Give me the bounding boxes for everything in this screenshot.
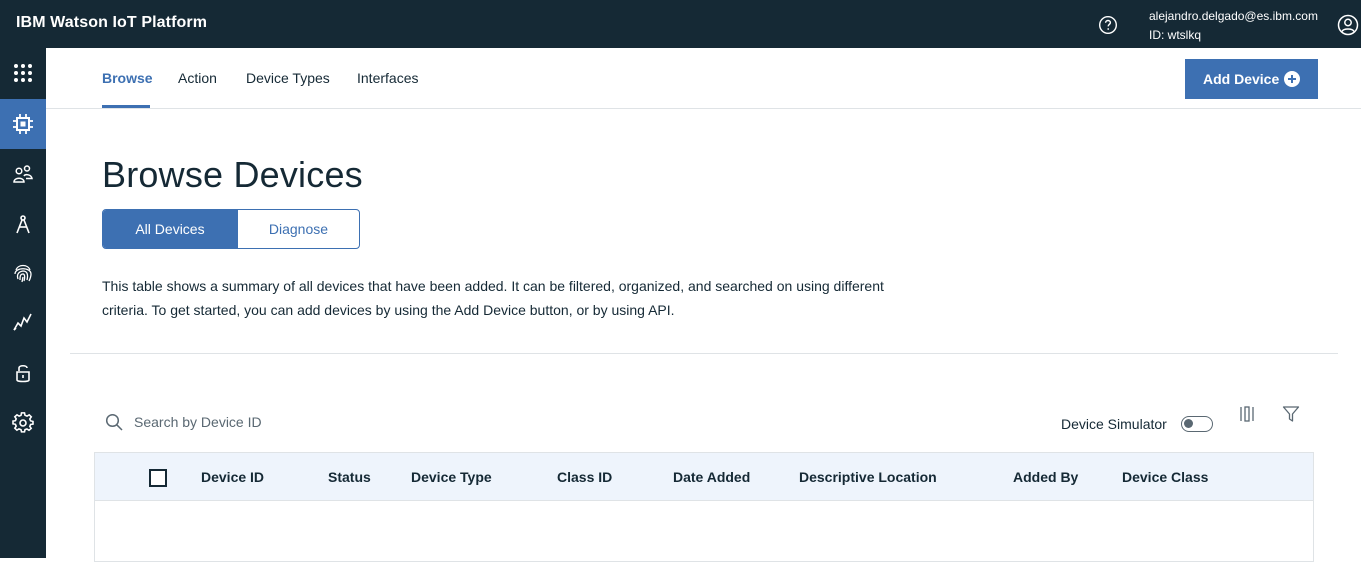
column-header-date-added[interactable]: Date Added	[673, 469, 750, 485]
members-icon	[13, 165, 33, 183]
view-switcher: All Devices Diagnose	[102, 209, 360, 249]
filter-icon[interactable]	[1282, 405, 1300, 423]
fingerprint-icon	[14, 264, 32, 283]
columns-icon[interactable]	[1238, 405, 1256, 423]
tab-device-types[interactable]: Device Types	[246, 70, 330, 86]
help-icon[interactable]	[1098, 15, 1118, 35]
apps-compass-icon	[16, 215, 30, 234]
table-header: Device ID Status Device Type Class ID Da…	[95, 453, 1313, 501]
devices-chip-icon	[13, 114, 33, 134]
rail-item-apps-compass[interactable]	[0, 199, 46, 249]
rail-item-apps[interactable]	[0, 48, 46, 98]
usage-chart-icon	[13, 313, 32, 331]
add-device-button[interactable]: Add Device	[1185, 59, 1318, 99]
apps-grid-icon	[14, 64, 32, 82]
device-simulator-toggle[interactable]	[1181, 416, 1213, 432]
column-header-status[interactable]: Status	[328, 469, 371, 485]
select-all-checkbox[interactable]	[149, 469, 167, 487]
column-header-class-id[interactable]: Class ID	[557, 469, 612, 485]
user-email: alejandro.delgado@es.ibm.com	[1149, 9, 1318, 23]
column-header-device-class[interactable]: Device Class	[1122, 469, 1208, 485]
tab-action[interactable]: Action	[178, 70, 217, 86]
toggle-knob	[1184, 419, 1193, 428]
active-tab-indicator	[102, 105, 150, 108]
rail-item-security[interactable]	[0, 348, 46, 398]
column-header-descriptive-location[interactable]: Descriptive Location	[799, 469, 937, 485]
security-lock-icon	[16, 364, 30, 383]
org-id: ID: wtslkq	[1149, 28, 1202, 42]
search-input[interactable]	[134, 410, 434, 434]
tab-interfaces[interactable]: Interfaces	[357, 70, 418, 86]
add-device-label: Add Device	[1203, 71, 1280, 87]
page-title: Browse Devices	[102, 154, 363, 195]
devices-table: Device ID Status Device Type Class ID Da…	[94, 452, 1314, 562]
column-header-device-type[interactable]: Device Type	[411, 469, 492, 485]
settings-gear-icon	[12, 412, 34, 433]
diagnose-button[interactable]: Diagnose	[236, 210, 359, 248]
top-header: IBM Watson IoT Platform alejandro.delgad…	[0, 0, 1361, 48]
tab-browse[interactable]: Browse	[102, 70, 153, 86]
rail-item-members[interactable]	[0, 149, 46, 199]
rail-item-usage[interactable]	[0, 297, 46, 347]
section-divider	[70, 353, 1338, 354]
rail-item-devices[interactable]	[0, 99, 46, 149]
device-simulator-label: Device Simulator	[1061, 416, 1167, 432]
page-description: This table shows a summary of all device…	[102, 278, 884, 318]
add-circle-icon	[1284, 71, 1300, 87]
app-title[interactable]: IBM Watson IoT Platform	[16, 14, 207, 32]
all-devices-button[interactable]: All Devices	[103, 210, 237, 248]
sub-nav	[46, 48, 1361, 109]
rail-item-fingerprint[interactable]	[0, 248, 46, 298]
search-icon	[105, 413, 123, 431]
column-header-added-by[interactable]: Added By	[1013, 469, 1078, 485]
user-info[interactable]: alejandro.delgado@es.ibm.com ID: wtslkq	[1149, 7, 1318, 45]
rail-item-settings[interactable]	[0, 398, 46, 448]
user-icon[interactable]	[1337, 14, 1359, 36]
left-nav-rail	[0, 48, 46, 558]
column-header-device-id[interactable]: Device ID	[201, 469, 264, 485]
